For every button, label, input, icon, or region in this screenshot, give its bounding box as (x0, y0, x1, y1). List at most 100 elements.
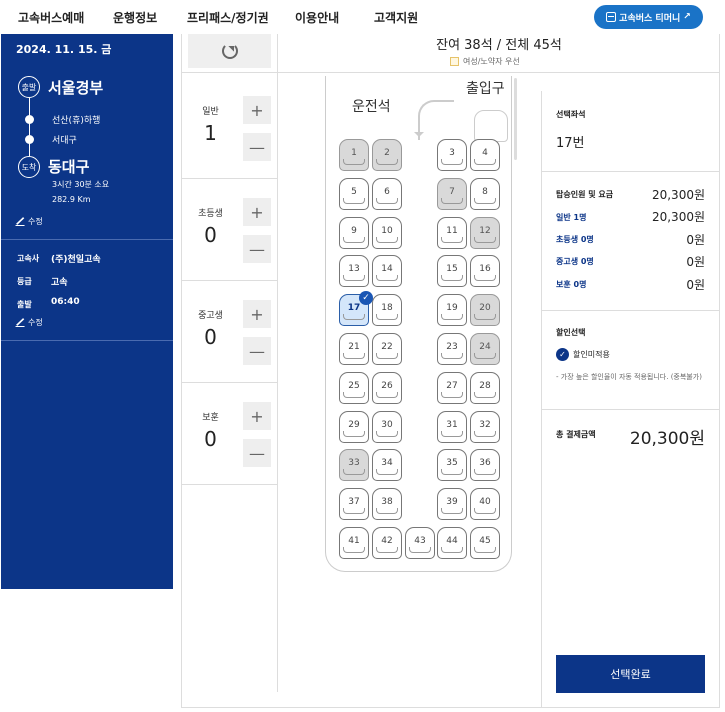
passenger-general: 일반 1 (182, 104, 239, 145)
discount-radio-icon[interactable]: ✓ (556, 348, 569, 361)
pax-label: 일반 (202, 107, 219, 117)
seat-45[interactable]: 45 (470, 527, 500, 559)
pax-label: 보훈 (202, 413, 219, 423)
seat-38[interactable]: 38 (372, 488, 402, 521)
nav-support[interactable]: 고객지원 (374, 9, 418, 26)
stop-dot (25, 135, 34, 144)
pax-label: 초등생 (198, 209, 223, 219)
seat-19[interactable]: 19 (437, 294, 467, 327)
entrance-arrow-icon (414, 100, 454, 140)
time-label: 출발 (17, 300, 32, 309)
depart-badge: 출발 (18, 76, 40, 98)
ticket-icon (606, 12, 617, 22)
divider (182, 72, 720, 73)
company-label: 고속사 (17, 254, 40, 263)
seat-6[interactable]: 6 (372, 177, 402, 210)
seat-36[interactable]: 36 (470, 449, 500, 482)
seat-30[interactable]: 30 (372, 410, 402, 443)
stop-dot (25, 115, 34, 124)
seat-18[interactable]: 18 (372, 294, 402, 327)
seat-15[interactable]: 15 (437, 255, 467, 288)
increase-button[interactable]: + (243, 198, 271, 226)
seat-31[interactable]: 31 (437, 410, 467, 443)
discount-option[interactable]: 할인미적용 (573, 349, 610, 360)
seat-28[interactable]: 28 (470, 371, 500, 404)
divider (182, 382, 277, 383)
divider (277, 34, 278, 692)
decrease-button[interactable]: — (243, 337, 271, 365)
seat-5[interactable]: 5 (339, 177, 369, 210)
seat-40[interactable]: 40 (470, 488, 500, 521)
seat-8[interactable]: 8 (470, 177, 500, 210)
selected-seat-title: 선택좌석 (556, 110, 586, 119)
trip-duration: 3시간 30분 소요 (52, 180, 110, 189)
bus-scrollbar[interactable] (514, 78, 517, 160)
seat-14[interactable]: 14 (372, 255, 402, 288)
increase-button[interactable]: + (243, 96, 271, 124)
trip-sidebar: 2024. 11. 15. 금 출발 서울경부 선산(휴)하행 서대구 도착 동… (1, 34, 173, 589)
pax-count: 0 (204, 325, 217, 349)
decrease-button[interactable]: — (243, 439, 271, 467)
priority-legend: 여성/노약자 우선 (450, 56, 520, 67)
divider (1, 340, 173, 341)
seat-22[interactable]: 22 (372, 333, 402, 365)
seat-39[interactable]: 39 (437, 488, 467, 521)
seat-41[interactable]: 41 (339, 527, 369, 559)
tmoney-button[interactable]: 고속버스 티머니 ↗ (594, 5, 703, 29)
seat-44[interactable]: 44 (437, 527, 467, 559)
seat-29[interactable]: 29 (339, 410, 369, 443)
seat-12: 12 (470, 216, 500, 249)
refresh-button[interactable] (188, 34, 271, 68)
pencil-icon (15, 217, 28, 226)
increase-button[interactable]: + (243, 300, 271, 328)
seat-2: 2 (372, 139, 402, 171)
seat-24: 24 (470, 333, 500, 365)
seat-16[interactable]: 16 (470, 255, 500, 288)
seat-26[interactable]: 26 (372, 371, 402, 404)
nav-guide[interactable]: 이용안내 (295, 9, 339, 26)
passenger-veteran: 보훈 0 (182, 410, 239, 451)
tmoney-label: 고속버스 티머니 (619, 13, 681, 24)
edit-time-link[interactable]: 수정 (15, 317, 43, 328)
passenger-student: 중고생 0 (182, 308, 239, 349)
seat-4[interactable]: 4 (470, 139, 500, 171)
nav-freepass[interactable]: 프리패스/정기권 (187, 9, 269, 26)
divider (542, 409, 720, 410)
seat-3[interactable]: 3 (437, 139, 467, 171)
seat-32[interactable]: 32 (470, 410, 500, 443)
route-line (29, 98, 30, 156)
divider (542, 310, 720, 311)
seat-10[interactable]: 10 (372, 216, 402, 249)
edit-label: 수정 (28, 217, 43, 226)
discount-note: - 가장 높은 할인율이 자동 적용됩니다. (중복불가) (556, 373, 702, 381)
divider (542, 171, 720, 172)
seat-43[interactable]: 43 (405, 527, 435, 559)
seat-34[interactable]: 34 (372, 449, 402, 482)
seat-23[interactable]: 23 (437, 333, 467, 365)
seat-25[interactable]: 25 (339, 371, 369, 404)
confirm-button[interactable]: 선택완료 (556, 655, 705, 693)
increase-button[interactable]: + (243, 402, 271, 430)
seat-7: 7 (437, 177, 467, 210)
seat-42[interactable]: 42 (372, 527, 402, 559)
seat-37[interactable]: 37 (339, 488, 369, 521)
nav-reservation[interactable]: 고속버스예매 (18, 9, 84, 26)
nav-schedule[interactable]: 운행정보 (113, 9, 157, 26)
entrance-label: 출입구 (466, 81, 505, 97)
grade-label: 등급 (17, 277, 32, 286)
seat-11[interactable]: 11 (437, 216, 467, 249)
discount-title: 할인선택 (556, 328, 586, 337)
seat-9[interactable]: 9 (339, 216, 369, 249)
seat-21[interactable]: 21 (339, 333, 369, 365)
trip-date: 2024. 11. 15. 금 (16, 43, 112, 56)
refresh-icon (221, 43, 238, 59)
seat-35[interactable]: 35 (437, 449, 467, 482)
decrease-button[interactable]: — (243, 133, 271, 161)
edit-route-link[interactable]: 수정 (15, 216, 43, 227)
seat-13[interactable]: 13 (339, 255, 369, 288)
seat-27[interactable]: 27 (437, 371, 467, 404)
arrive-badge: 도착 (18, 156, 40, 178)
fare-row-student-label: 중고생 0명 (556, 257, 594, 266)
divider (182, 484, 277, 485)
decrease-button[interactable]: — (243, 235, 271, 263)
